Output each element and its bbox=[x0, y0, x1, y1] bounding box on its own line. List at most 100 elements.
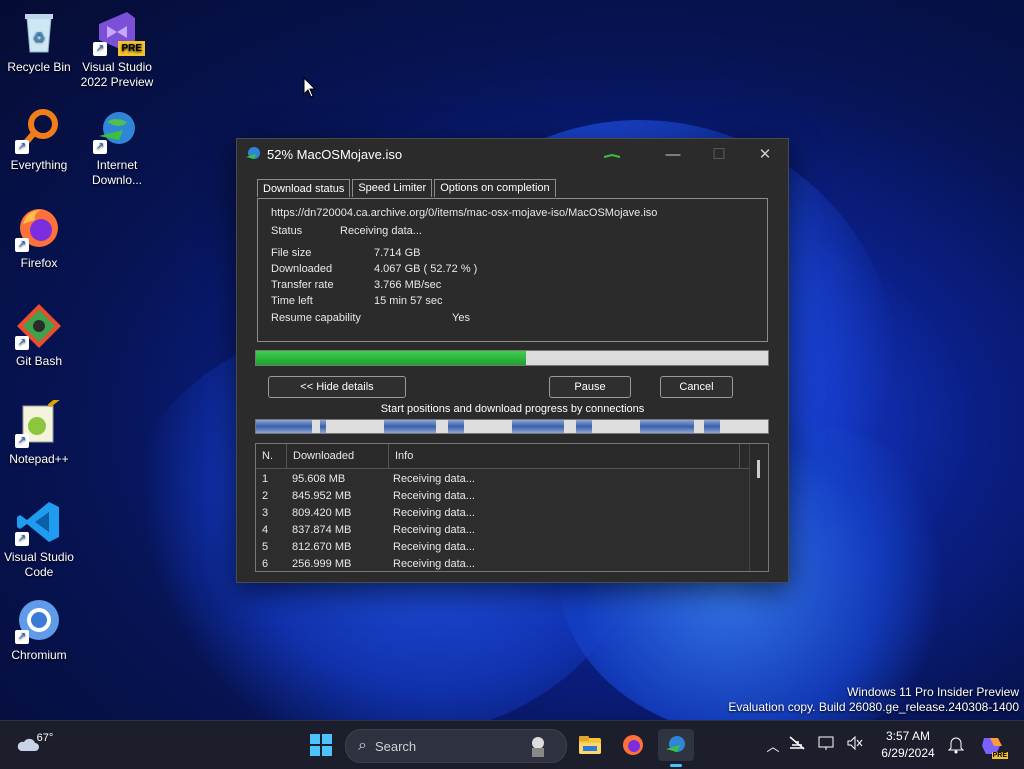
desktop-icon-internet-download-manager[interactable]: ↗ Internet Downlo... bbox=[79, 106, 155, 188]
volume-muted-icon[interactable] bbox=[846, 735, 868, 756]
minimize-button[interactable]: — bbox=[650, 139, 696, 169]
desktop-icon-git-bash[interactable]: ↗ Git Bash bbox=[1, 302, 77, 369]
desktop-icon-label: Notepad++ bbox=[9, 452, 69, 466]
visual-studio-icon: PRE ↗ bbox=[93, 8, 145, 56]
cell-number: 5 bbox=[262, 541, 269, 553]
desktop-icon-visual-studio-2022-preview[interactable]: PRE ↗ Visual Studio 2022 Preview bbox=[79, 8, 155, 90]
time-left-value: 15 min 57 sec bbox=[374, 295, 443, 307]
taskbar-firefox[interactable] bbox=[617, 729, 649, 761]
pause-button[interactable]: Pause bbox=[549, 376, 631, 398]
cell-downloaded: 95.608 MB bbox=[292, 473, 346, 485]
cancel-button[interactable]: Cancel bbox=[660, 376, 733, 398]
connection-segment bbox=[576, 420, 592, 433]
watermark-line-2: Evaluation copy. Build 26080.ge_release.… bbox=[728, 700, 1019, 714]
desktop-icon-chromium[interactable]: ↗ Chromium bbox=[1, 596, 77, 663]
cell-number: 2 bbox=[262, 490, 269, 502]
file-size-row: File size 7.714 GB bbox=[271, 247, 420, 259]
shortcut-arrow-icon: ↗ bbox=[93, 42, 107, 56]
downloaded-row: Downloaded 4.067 GB ( 52.72 % ) bbox=[271, 263, 477, 275]
evaluation-watermark: Windows 11 Pro Insider Preview Evaluatio… bbox=[728, 685, 1019, 715]
notepad-plus-plus-icon: ↗ bbox=[15, 396, 63, 448]
resume-capability-value: Yes bbox=[452, 312, 470, 324]
active-app-indicator bbox=[670, 764, 682, 767]
column-header-info[interactable]: Info bbox=[389, 444, 740, 468]
search-highlight-icon bbox=[526, 734, 550, 761]
desktop-icon-recycle-bin[interactable]: ♻ Recycle Bin bbox=[1, 8, 77, 75]
connection-segment bbox=[704, 420, 720, 433]
taskbar-file-explorer[interactable] bbox=[574, 729, 606, 761]
desktop-icon-label: Git Bash bbox=[15, 354, 63, 368]
scrollbar-thumb[interactable] bbox=[757, 460, 760, 478]
table-row[interactable]: 5 812.670 MB Receiving data... bbox=[256, 539, 768, 556]
cell-info: Receiving data... bbox=[393, 473, 475, 485]
chromium-icon: ↗ bbox=[15, 596, 63, 644]
taskbar-search-box[interactable]: ⌕ Search bbox=[345, 729, 567, 763]
taskbar: 67° ⌕ Search ︿ 3:57 AM 6/29/2024 PRE bbox=[0, 720, 1024, 769]
copilot-button[interactable]: PRE bbox=[978, 729, 1008, 761]
show-hidden-icons-chevron-icon[interactable]: ︿ bbox=[764, 736, 782, 755]
desktop-icon-visual-studio-code[interactable]: ↗ Visual Studio Code bbox=[1, 498, 77, 580]
maximize-button[interactable]: ☐ bbox=[696, 139, 742, 169]
connection-segment bbox=[320, 420, 326, 433]
file-size-value: 7.714 GB bbox=[374, 247, 421, 259]
download-progress-bar bbox=[255, 350, 769, 366]
download-status-panel: https://dn720004.ca.archive.org/0/items/… bbox=[257, 198, 768, 342]
cell-info: Receiving data... bbox=[393, 541, 475, 553]
desktop-icon-label: Firefox bbox=[20, 256, 58, 270]
download-url: https://dn720004.ca.archive.org/0/items/… bbox=[271, 207, 658, 219]
cell-downloaded: 837.874 MB bbox=[292, 524, 352, 536]
table-row[interactable]: 4 837.874 MB Receiving data... bbox=[256, 522, 768, 539]
git-bash-icon: ↗ bbox=[15, 302, 63, 350]
connection-segment bbox=[448, 420, 464, 433]
cell-downloaded: 809.420 MB bbox=[292, 507, 352, 519]
weather-widget[interactable]: 67° bbox=[14, 729, 54, 761]
start-button[interactable] bbox=[305, 729, 337, 761]
tab-options-on-completion[interactable]: Options on completion bbox=[434, 179, 556, 197]
system-tray: ︿ bbox=[764, 721, 868, 769]
table-row[interactable]: 6 256.999 MB Receiving data... bbox=[256, 556, 768, 571]
downloaded-value: 4.067 GB ( 52.72 % ) bbox=[374, 263, 478, 275]
status-row: Status Receiving data... bbox=[271, 225, 422, 237]
shortcut-arrow-icon: ↗ bbox=[15, 532, 29, 546]
taskbar-clock[interactable]: 3:57 AM 6/29/2024 bbox=[870, 728, 946, 762]
table-header: N. Downloaded Info bbox=[256, 444, 768, 469]
desktop-icon-everything[interactable]: ↗ Everything bbox=[1, 106, 77, 173]
desktop-icon-firefox[interactable]: ↗ Firefox bbox=[1, 204, 77, 271]
cell-info: Receiving data... bbox=[393, 490, 475, 502]
cell-info: Receiving data... bbox=[393, 524, 475, 536]
transfer-rate-value: 3.766 MB/sec bbox=[374, 279, 442, 291]
cell-number: 3 bbox=[262, 507, 269, 519]
notifications-bell-icon[interactable] bbox=[946, 729, 966, 761]
cell-info: Receiving data... bbox=[393, 507, 475, 519]
time-left-label: Time left bbox=[271, 295, 313, 307]
tab-speed-limiter[interactable]: Speed Limiter bbox=[352, 179, 433, 197]
downloaded-label: Downloaded bbox=[271, 263, 333, 275]
svg-text:♻: ♻ bbox=[33, 30, 46, 46]
download-progress-window: 52% MacOSMojave.iso — ☐ ✕ Download statu… bbox=[236, 138, 789, 583]
windows-start-icon bbox=[310, 734, 332, 756]
tab-strip: Download status Speed Limiter Options on… bbox=[257, 179, 558, 197]
cell-number: 6 bbox=[262, 558, 269, 570]
title-bar[interactable]: 52% MacOSMojave.iso — ☐ ✕ bbox=[237, 139, 788, 169]
close-button[interactable]: ✕ bbox=[742, 139, 788, 169]
watermark-line-1: Windows 11 Pro Insider Preview bbox=[847, 685, 1019, 699]
desktop-icon-label: Internet bbox=[96, 158, 138, 172]
network-disconnected-icon[interactable] bbox=[788, 735, 810, 755]
table-row[interactable]: 2 845.952 MB Receiving data... bbox=[256, 488, 768, 505]
resume-capability-label: Resume capability bbox=[271, 312, 361, 324]
connections-progress-bar bbox=[255, 419, 769, 434]
taskbar-internet-download-manager[interactable] bbox=[658, 729, 694, 767]
column-header-number[interactable]: N. bbox=[256, 444, 287, 468]
connection-segment bbox=[384, 420, 436, 433]
display-icon[interactable] bbox=[818, 735, 840, 756]
resume-capability-row: Resume capability Yes bbox=[271, 312, 470, 324]
cell-number: 4 bbox=[262, 524, 269, 536]
desktop-icon-notepad-plus-plus[interactable]: ↗ Notepad++ bbox=[1, 396, 77, 467]
tab-download-status[interactable]: Download status bbox=[257, 179, 351, 197]
table-vertical-scrollbar[interactable] bbox=[749, 444, 768, 571]
hide-details-button[interactable]: << Hide details bbox=[268, 376, 406, 398]
column-header-downloaded[interactable]: Downloaded bbox=[287, 444, 389, 468]
table-row[interactable]: 1 95.608 MB Receiving data... bbox=[256, 471, 768, 488]
table-row[interactable]: 3 809.420 MB Receiving data... bbox=[256, 505, 768, 522]
everything-magnifier-icon: ↗ bbox=[15, 106, 63, 154]
